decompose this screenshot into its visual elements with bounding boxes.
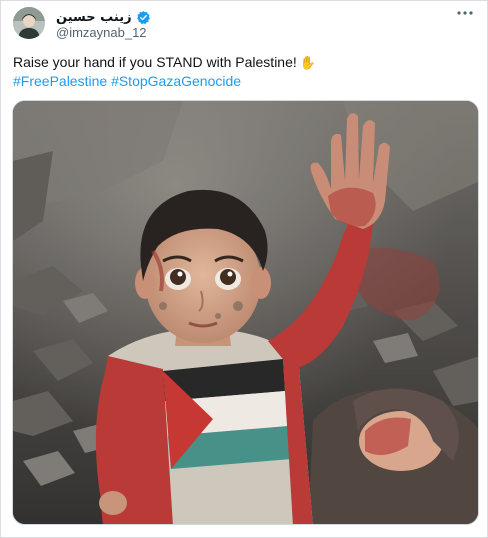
media-illustration [13, 101, 478, 524]
avatar-image [13, 7, 45, 39]
tweet-media-image[interactable] [12, 100, 479, 525]
author-name-row[interactable]: زينب حسين [56, 9, 151, 25]
author-handle[interactable]: @imzaynab_12 [56, 25, 147, 40]
more-options-icon[interactable] [455, 3, 475, 23]
tweet-hashtags-line: #FreePalestine #StopGazaGenocide [13, 72, 473, 91]
tweet-text: Raise your hand if you STAND with Palest… [13, 53, 473, 91]
avatar[interactable] [13, 7, 45, 39]
tweet-card[interactable]: زينب حسين @imzaynab_12 Raise your hand i… [0, 0, 488, 538]
verified-badge-icon [136, 10, 151, 25]
hashtag-free-palestine[interactable]: #FreePalestine [13, 73, 107, 89]
raised-hand-emoji: ✋ [299, 55, 316, 70]
author-display-name[interactable]: زينب حسين [56, 10, 132, 25]
tweet-body-text: Raise your hand if you STAND with Palest… [13, 54, 297, 70]
tweet-text-line-1: Raise your hand if you STAND with Palest… [13, 53, 473, 72]
hashtag-stop-gaza-genocide[interactable]: #StopGazaGenocide [111, 73, 241, 89]
